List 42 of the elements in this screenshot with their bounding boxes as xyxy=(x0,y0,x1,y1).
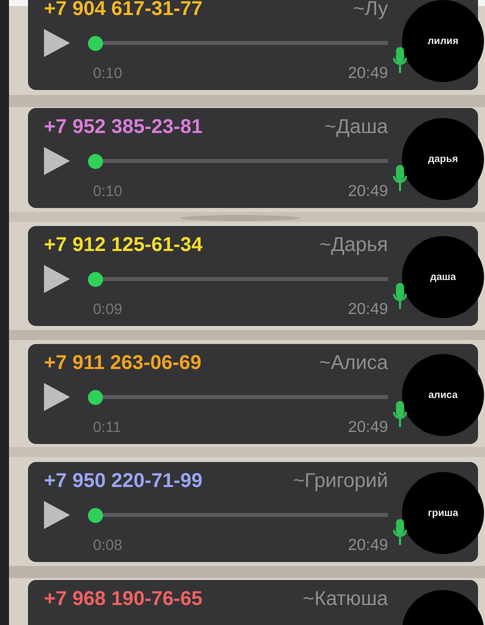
duration: 0:08 xyxy=(93,537,122,555)
sender-phone: +7 912 125-61-34 xyxy=(44,234,202,257)
time: 20:49 xyxy=(348,183,388,201)
sender-name: ~Алиса xyxy=(319,352,388,375)
sender-name: ~Даша xyxy=(324,116,388,139)
avatar: гриша xyxy=(402,472,484,554)
sender-name: ~Григорий xyxy=(292,470,388,493)
duration: 0:09 xyxy=(93,301,122,319)
audio-thumb[interactable] xyxy=(88,154,103,168)
play-icon[interactable] xyxy=(44,383,70,411)
play-icon[interactable] xyxy=(44,265,70,293)
play-icon[interactable] xyxy=(44,147,70,175)
sender-phone: +7 904 617-31-77 xyxy=(44,0,202,21)
time: 20:49 xyxy=(348,65,388,83)
time: 20:49 xyxy=(348,537,388,555)
audio-thumb[interactable] xyxy=(88,508,103,522)
audio-thumb[interactable] xyxy=(88,390,103,404)
time: 20:49 xyxy=(348,419,388,437)
avatar: лилия xyxy=(402,0,484,82)
microphone-icon xyxy=(392,165,408,193)
sender-phone: +7 968 190-76-65 xyxy=(44,588,202,611)
play-icon[interactable] xyxy=(44,501,70,529)
microphone-icon xyxy=(392,47,408,75)
microphone-icon xyxy=(392,401,408,429)
avatar: алиса xyxy=(402,354,484,436)
audio-thumb[interactable] xyxy=(88,36,103,50)
sender-name: ~Лу xyxy=(352,0,388,21)
duration: 0:10 xyxy=(93,65,122,83)
microphone-icon xyxy=(392,519,408,547)
sender-phone: +7 950 220-71-99 xyxy=(44,470,202,493)
time: 20:49 xyxy=(348,301,388,319)
sender-name: ~Катюша xyxy=(302,588,388,611)
avatar: даша xyxy=(402,236,484,318)
sender-name: ~Дарья xyxy=(319,234,388,257)
audio-thumb[interactable] xyxy=(88,272,103,286)
duration: 0:10 xyxy=(93,183,122,201)
play-icon[interactable] xyxy=(44,29,70,57)
sender-phone: +7 952 385-23-81 xyxy=(44,116,202,139)
avatar: дарья xyxy=(402,118,484,200)
microphone-icon xyxy=(392,283,408,311)
duration: 0:11 xyxy=(93,419,122,437)
sender-phone: +7 911 263-06-69 xyxy=(44,352,202,375)
